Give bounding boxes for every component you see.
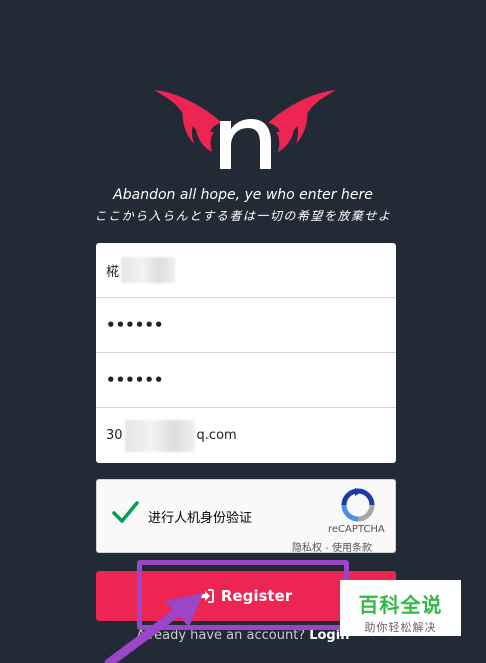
recaptcha-logo (341, 488, 375, 522)
site-logo (154, 90, 336, 169)
username-value: 椛 (106, 264, 120, 280)
password-field[interactable]: •••••• (96, 298, 396, 353)
watermark-badge: 百科全说 助你轻松解决 (340, 580, 461, 636)
email-field[interactable]: 30 q.com (96, 408, 396, 463)
recaptcha-brand: reCAPTCHA (328, 524, 385, 535)
redacted-username (121, 257, 176, 283)
confirm-password-value: •••••• (106, 371, 164, 389)
checkmark-icon[interactable] (111, 498, 139, 526)
recaptcha-label: 进行人机身份验证 (148, 511, 253, 526)
confirm-password-field[interactable]: •••••• (96, 353, 396, 408)
password-value: •••••• (106, 316, 164, 334)
annotation-arrow (104, 593, 203, 663)
email-prefix: 30 (106, 428, 123, 443)
tagline-japanese: ここから入らんとする者は一切の希望を放棄せよ (94, 209, 392, 223)
redacted-email (124, 419, 195, 452)
recaptcha-widget: 进行人机身份验证 reCAPTCHA 隐私权 - 使用条款 (96, 479, 396, 554)
recaptcha-links[interactable]: 隐私权 - 使用条款 (292, 539, 372, 554)
watermark-title: 百科全说 (358, 593, 443, 617)
username-field[interactable]: 椛 (96, 243, 396, 298)
registration-form: 椛 •••••• •••••• 30 q.com (96, 243, 396, 463)
watermark-subtitle: 助你轻松解决 (364, 621, 437, 634)
email-suffix: q.com (196, 428, 237, 443)
tagline-english: Abandon all hope, ye who enter here (113, 187, 373, 203)
